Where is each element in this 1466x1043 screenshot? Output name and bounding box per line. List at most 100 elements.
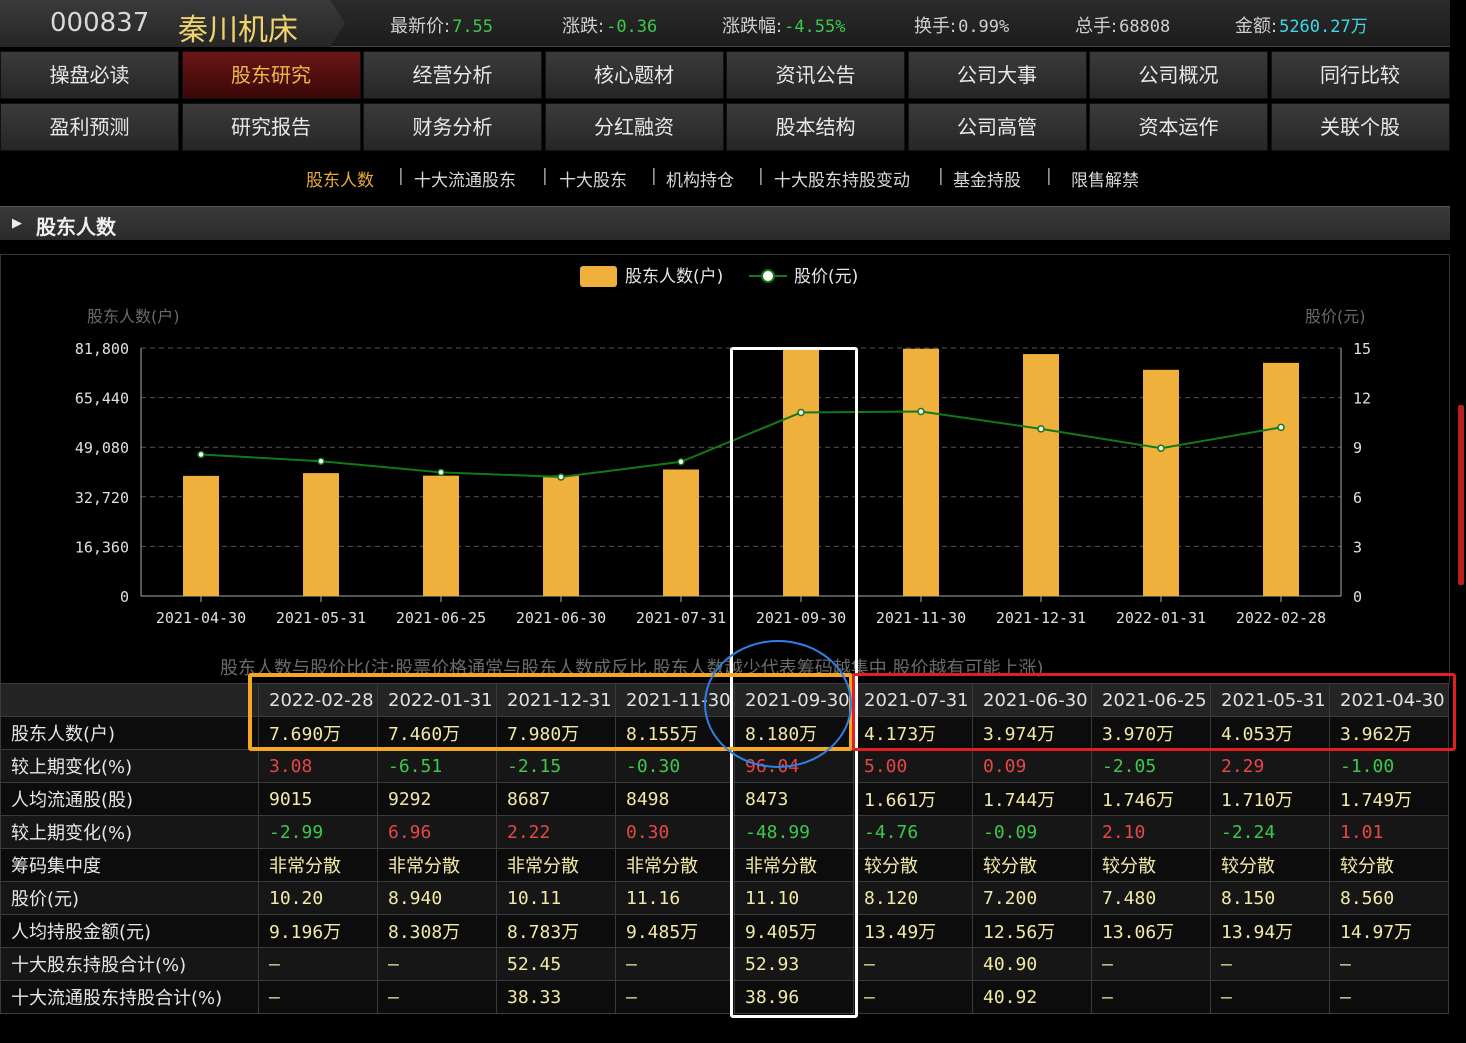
table-cell: 较分散 bbox=[853, 848, 973, 882]
legend-label-price: 股价(元) bbox=[794, 267, 858, 287]
column-header-date: 2021-05-31 bbox=[1210, 683, 1330, 717]
quote-bar: 000837 秦川机床 最新价: 7.55 涨跌: -0.36 涨跌幅: -4.55% 换手… bbox=[0, 0, 1450, 48]
price-point bbox=[677, 457, 685, 466]
table-cell: 非常分散 bbox=[496, 848, 616, 882]
column-header-date: 2021-12-31 bbox=[496, 683, 616, 717]
quote-field: 总手: 68808 bbox=[1075, 12, 1170, 38]
y-tick-left: 49,080 bbox=[75, 439, 129, 457]
subnav-item-十大股东[interactable]: 十大股东 bbox=[559, 166, 627, 191]
table-cell: 8.940 bbox=[377, 881, 497, 915]
table-cell: -2.99 bbox=[258, 815, 378, 849]
tab-公司高管[interactable]: 公司高管 bbox=[907, 103, 1087, 151]
tab-分红融资[interactable]: 分红融资 bbox=[544, 103, 724, 151]
subnav-item-十大股东持股变动[interactable]: 十大股东持股变动 bbox=[774, 166, 910, 191]
row-label: 较上期变化(%) bbox=[0, 749, 259, 783]
table-cell: 8473 bbox=[734, 782, 854, 816]
table-cell: 0.09 bbox=[972, 749, 1092, 783]
table-cell: 38.96 bbox=[734, 980, 854, 1014]
tab-经营分析[interactable]: 经营分析 bbox=[363, 51, 542, 99]
stock-name: 秦川机床 bbox=[178, 13, 298, 48]
table-cell: 1.744万 bbox=[972, 782, 1092, 816]
table-cell: 10.20 bbox=[258, 881, 378, 915]
bar-holders bbox=[1023, 354, 1059, 596]
table-cell: -0.30 bbox=[615, 749, 735, 783]
table-cell: 非常分散 bbox=[258, 848, 378, 882]
row-label: 股价(元) bbox=[0, 881, 259, 915]
price-point bbox=[1277, 423, 1285, 432]
subnav-item-基金持股[interactable]: 基金持股 bbox=[953, 166, 1021, 191]
table-corner-cell bbox=[0, 683, 259, 717]
table-cell: 3.970万 bbox=[1091, 716, 1211, 750]
subnav-item-十大流通股东[interactable]: 十大流通股东 bbox=[414, 166, 516, 191]
tab-股东研究[interactable]: 股东研究 bbox=[181, 51, 361, 99]
tab-研究报告[interactable]: 研究报告 bbox=[181, 103, 361, 151]
quote-label: 换手: bbox=[914, 16, 957, 37]
tab-关联个股[interactable]: 关联个股 bbox=[1270, 103, 1450, 151]
x-tick-label: 2021-07-31 bbox=[636, 609, 726, 627]
table-cell: 8.120 bbox=[853, 881, 973, 915]
chart-note: 股东人数与股价比(注:股票价格通常与股东人数成反比,股东人数越少代表筹码越集中,… bbox=[220, 658, 1044, 679]
quote-value: 68808 bbox=[1119, 17, 1171, 37]
tab-资讯公告[interactable]: 资讯公告 bbox=[726, 51, 905, 99]
bar-holders bbox=[663, 469, 699, 596]
tab-资本运作[interactable]: 资本运作 bbox=[1089, 103, 1268, 151]
tab-财务分析[interactable]: 财务分析 bbox=[363, 103, 542, 151]
scrollbar[interactable] bbox=[1458, 405, 1464, 585]
table-cell: 8.783万 bbox=[496, 914, 616, 948]
tab-盈利预测[interactable]: 盈利预测 bbox=[0, 103, 179, 151]
table-row: 人均流通股(股) 9015 9292 8687 8498 8473 1.661万 1.744万… bbox=[0, 782, 1449, 816]
quote-field: 换手: 0.99% bbox=[914, 12, 1009, 38]
table-cell: 7.480 bbox=[1091, 881, 1211, 915]
price-point bbox=[557, 473, 565, 481]
table-cell: 2.29 bbox=[1210, 749, 1330, 783]
subnav-item-限售解禁[interactable]: 限售解禁 bbox=[1071, 166, 1139, 191]
table-cell: 非常分散 bbox=[377, 848, 497, 882]
section-header: ▶ 股东人数 bbox=[0, 206, 1450, 240]
tab-股本结构[interactable]: 股本结构 bbox=[726, 103, 905, 151]
table-cell: 4.053万 bbox=[1210, 716, 1330, 750]
table-cell: 11.16 bbox=[615, 881, 735, 915]
tab-核心题材[interactable]: 核心题材 bbox=[544, 51, 724, 99]
row-label: 十大流通股东持股合计(%) bbox=[0, 980, 259, 1014]
x-tick-label: 2021-11-30 bbox=[876, 609, 966, 627]
column-header-date: 2022-02-28 bbox=[258, 683, 378, 717]
table-cell: 1.710万 bbox=[1210, 782, 1330, 816]
table-cell: — bbox=[853, 980, 973, 1014]
subnav-item-机构持仓[interactable]: 机构持仓 bbox=[666, 166, 734, 191]
bar-holders bbox=[903, 348, 939, 596]
table-cell: — bbox=[1091, 947, 1211, 981]
price-point bbox=[1037, 425, 1045, 433]
price-point bbox=[797, 408, 805, 417]
table-cell: -48.99 bbox=[734, 815, 854, 849]
y-tick-right: 15 bbox=[1353, 340, 1371, 358]
bar-holders bbox=[783, 348, 819, 596]
table-cell: 1.746万 bbox=[1091, 782, 1211, 816]
y-tick-left: 81,800 bbox=[75, 340, 129, 358]
y-tick-left: 16,360 bbox=[75, 538, 129, 556]
table-cell: -2.05 bbox=[1091, 749, 1211, 783]
tab-公司大事[interactable]: 公司大事 bbox=[907, 51, 1087, 99]
row-label: 人均流通股(股) bbox=[0, 782, 259, 816]
tab-公司概况[interactable]: 公司概况 bbox=[1089, 51, 1268, 99]
table-cell: 52.45 bbox=[496, 947, 616, 981]
row-label: 筹码集中度 bbox=[0, 848, 259, 882]
y-tick-left: 0 bbox=[120, 588, 129, 606]
table-cell: 9.196万 bbox=[258, 914, 378, 948]
quote-label: 总手: bbox=[1075, 16, 1118, 37]
sub-nav: 股东人数 十大流通股东 十大股东 机构持仓 十大股东持股变动 基金持股 限售解禁 | | | | | | bbox=[0, 166, 1450, 194]
table-cell: — bbox=[1210, 947, 1330, 981]
table-cell: 40.90 bbox=[972, 947, 1092, 981]
x-tick-label: 2021-05-31 bbox=[276, 609, 366, 627]
row-label: 股东人数(户) bbox=[0, 716, 259, 750]
y-tick-right: 6 bbox=[1353, 489, 1362, 507]
collapse-triangle-icon[interactable]: ▶ bbox=[12, 216, 22, 231]
quote-value: 7.55 bbox=[452, 17, 494, 37]
column-header-date: 2021-11-30 bbox=[615, 683, 735, 717]
tab-同行比较[interactable]: 同行比较 bbox=[1270, 51, 1450, 99]
price-point bbox=[917, 407, 925, 416]
quote-field: 涨跌: -0.36 bbox=[562, 12, 657, 38]
tab-操盘必读[interactable]: 操盘必读 bbox=[0, 51, 179, 99]
subnav-item-股东人数[interactable]: 股东人数 bbox=[306, 166, 374, 191]
table-row: 较上期变化(%) -2.99 6.96 2.22 0.30 -48.99 -4.76 -0.0… bbox=[0, 815, 1449, 849]
table-cell: 非常分散 bbox=[615, 848, 735, 882]
